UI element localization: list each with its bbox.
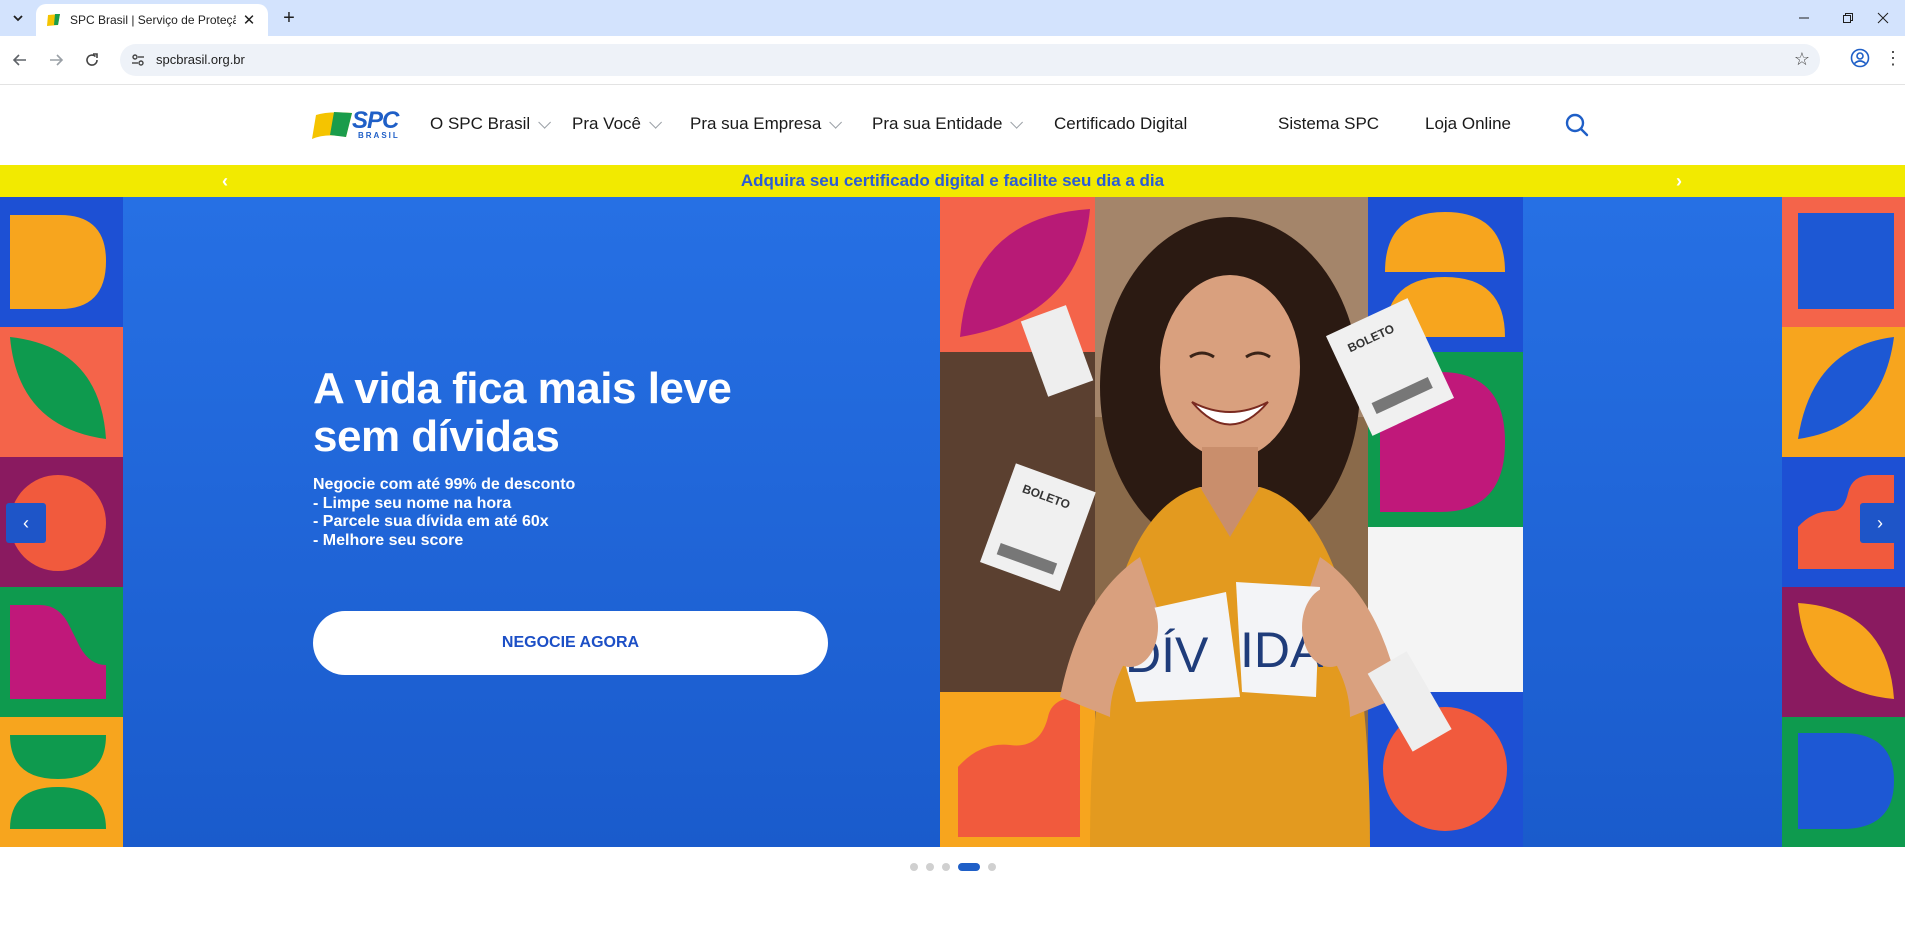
bullet-item: - Melhore seu score	[313, 531, 464, 549]
carousel-dot[interactable]	[909, 863, 918, 871]
decor-tile	[1782, 717, 1905, 847]
carousel-dot[interactable]	[941, 863, 950, 871]
carousel-pagination	[0, 861, 1905, 873]
nav-sistema-spc[interactable]: Sistema SPC	[1278, 114, 1379, 134]
address-bar[interactable]: spcbrasil.org.br ☆	[120, 44, 1820, 76]
nav-label: Pra sua Entidade	[872, 114, 1003, 133]
decor-tile	[0, 717, 123, 847]
nav-label: O SPC Brasil	[430, 114, 531, 133]
headline-line: sem dívidas	[313, 412, 560, 461]
new-tab-button[interactable]: +	[276, 6, 302, 30]
headline-line: A vida fica mais leve	[313, 364, 732, 413]
nav-o-spc-brasil[interactable]: O SPC Brasil	[430, 114, 552, 134]
carousel-dot[interactable]	[987, 863, 996, 871]
tab-close-icon[interactable]: ✕	[240, 11, 258, 29]
browser-tab-active[interactable]: SPC Brasil | Serviço de Proteção ✕	[36, 4, 268, 36]
browser-toolbar: spcbrasil.org.br ☆ ⋮	[0, 36, 1905, 85]
nav-label: Loja Online	[1425, 114, 1512, 133]
hero-image: DÍV IDA BOLETO BOLETO	[940, 197, 1523, 847]
carousel-dot[interactable]	[925, 863, 934, 871]
spc-logo-mark-icon	[312, 112, 352, 139]
nav-label: Sistema SPC	[1278, 114, 1380, 133]
carousel-dot[interactable]	[957, 863, 980, 871]
hero-carousel: A vida fica mais leve sem dívidas Negoci…	[0, 197, 1905, 847]
forward-icon[interactable]	[42, 46, 70, 74]
decor-tile	[0, 327, 123, 457]
decor-tile	[1782, 197, 1905, 327]
chevron-down-icon	[829, 115, 843, 129]
announcement-text[interactable]: Adquira seu certificado digital e facili…	[0, 171, 1905, 191]
chevron-down-icon	[538, 115, 552, 129]
decor-tile	[0, 587, 123, 717]
chevron-down-icon	[649, 115, 662, 129]
nav-pra-voce[interactable]: Pra Você	[572, 114, 662, 134]
nav-certificado-digital[interactable]: Certificado Digital	[1054, 114, 1187, 134]
nav-label: Certificado Digital	[1054, 114, 1188, 133]
minimize-icon[interactable]	[1782, 0, 1826, 36]
nav-label: Pra Você	[572, 114, 641, 133]
decor-tile	[1782, 587, 1905, 717]
reload-icon[interactable]	[78, 46, 106, 74]
nav-loja-online[interactable]: Loja Online	[1425, 114, 1511, 134]
announcement-bar: ‹ Adquira seu certificado digital e faci…	[0, 165, 1905, 197]
negocie-agora-button[interactable]: NEGOCIE AGORA	[313, 611, 828, 675]
logo-subtext: BRASIL	[358, 131, 400, 140]
chevron-down-icon	[1010, 115, 1024, 129]
tab-title: SPC Brasil | Serviço de Proteção	[70, 13, 236, 27]
url-text: spcbrasil.org.br	[156, 52, 245, 67]
site-header: SPC BRASIL O SPC Brasil Pra Você Pra sua…	[0, 85, 1905, 165]
back-icon[interactable]	[6, 46, 34, 74]
browser-tab-bar: SPC Brasil | Serviço de Proteção ✕ +	[0, 0, 1905, 36]
bullet-item: - Limpe seu nome na hora	[313, 494, 512, 512]
site-info-icon[interactable]	[128, 50, 148, 70]
close-window-icon[interactable]	[1861, 0, 1905, 36]
bullet-item: - Parcele sua dívida em até 60x	[313, 513, 549, 530]
nav-pra-sua-entidade[interactable]: Pra sua Entidade	[872, 114, 1024, 134]
decor-tile	[1782, 327, 1905, 457]
carousel-prev-icon[interactable]: ‹	[6, 503, 46, 543]
carousel-next-icon[interactable]: ›	[1860, 503, 1900, 543]
search-icon[interactable]	[1564, 112, 1590, 138]
profile-icon[interactable]	[1848, 46, 1872, 70]
tab-search-chevron-icon[interactable]	[4, 6, 32, 30]
decor-tile	[0, 197, 123, 327]
spc-favicon-icon	[47, 14, 60, 26]
spc-logo[interactable]: SPC BRASIL	[312, 107, 400, 143]
browser-menu-icon[interactable]: ⋮	[1884, 46, 1902, 74]
announcement-next-icon[interactable]: ›	[1669, 171, 1689, 191]
hero-bullets: Negocie com até 99% de desconto - Limpe …	[313, 476, 733, 550]
bookmark-star-icon[interactable]: ☆	[1794, 49, 1810, 70]
nav-pra-sua-empresa[interactable]: Pra sua Empresa	[690, 114, 843, 134]
hero-headline: A vida fica mais leve sem dívidas	[313, 365, 833, 461]
nav-label: Pra sua Empresa	[690, 114, 822, 133]
bullet-item: Negocie com até 99% de desconto	[313, 476, 576, 493]
